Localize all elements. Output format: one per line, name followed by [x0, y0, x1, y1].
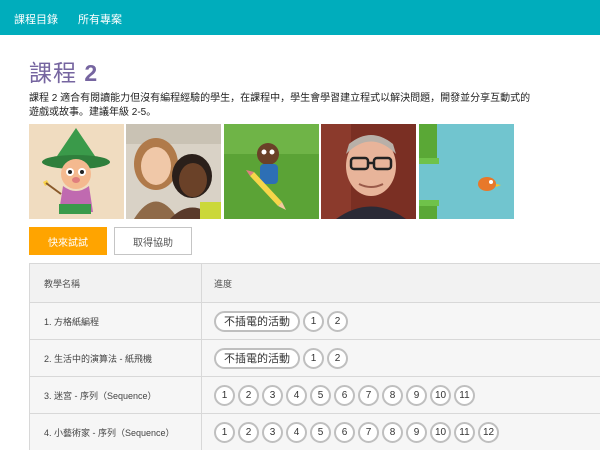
nav-course-catalog[interactable]: 課程目錄 — [14, 11, 58, 27]
level-bubble[interactable]: 1 — [303, 310, 324, 332]
page-title-number: 2 — [84, 60, 99, 86]
level-bubble[interactable]: 12 — [478, 421, 499, 443]
level-bubble[interactable]: 10 — [430, 384, 451, 406]
lesson-name[interactable]: 2. 生活中的演算法 - 紙飛機 — [30, 340, 202, 376]
thumbnail-two-girls-photo — [126, 124, 221, 219]
lesson-name[interactable]: 1. 方格紙編程 — [30, 303, 202, 339]
level-bubble[interactable]: 5 — [310, 421, 331, 443]
level-bubble[interactable]: 2 — [327, 347, 348, 369]
lesson-progress: 1 2 3 4 5 6 7 8 9 10 11 — [202, 377, 600, 413]
level-bubble[interactable]: 11 — [454, 421, 475, 443]
level-bubble[interactable]: 9 — [406, 384, 427, 406]
level-bubble[interactable]: 8 — [382, 384, 403, 406]
level-bubble[interactable]: 2 — [238, 384, 259, 406]
table-row: 3. 迷宮 - 序列（Sequence） 1 2 3 4 5 6 7 8 9 10 11 — [30, 376, 600, 413]
course-description: 課程 2 適合有閱讀能力但沒有編程經驗的學生，在課程中，學生會學習建立程式以解決… — [29, 93, 531, 118]
level-bubble[interactable]: 6 — [334, 384, 355, 406]
level-bubble[interactable]: 6 — [334, 421, 355, 443]
level-bubble[interactable]: 10 — [430, 421, 451, 443]
level-bubble[interactable]: 4 — [286, 421, 307, 443]
level-bubble[interactable]: 1 — [214, 384, 235, 406]
level-bubble[interactable]: 7 — [358, 384, 379, 406]
nav-all-projects[interactable]: 所有專案 — [78, 11, 122, 27]
try-now-button[interactable]: 快來試試 — [29, 227, 107, 255]
level-bubble[interactable]: 2 — [327, 310, 348, 332]
header-lesson-name: 教學名稱 — [30, 264, 202, 302]
level-bubble[interactable]: 9 — [406, 421, 427, 443]
level-bubble[interactable]: 1 — [214, 421, 235, 443]
table-row: 2. 生活中的演算法 - 紙飛機 不插電的活動 1 2 — [30, 339, 600, 376]
lesson-progress: 1 2 3 4 5 6 7 8 9 10 11 12 — [202, 414, 600, 450]
thumbnail-wizard-character — [29, 124, 124, 219]
table-row: 4. 小藝術家 - 序列（Sequence） 1 2 3 4 5 6 7 8 9 10 11 12 — [30, 413, 600, 450]
lesson-name[interactable]: 4. 小藝術家 - 序列（Sequence） — [30, 414, 202, 450]
level-bubble[interactable]: 1 — [303, 347, 324, 369]
table-row: 1. 方格紙編程 不插電的活動 1 2 — [30, 302, 600, 339]
unplugged-activity-bubble[interactable]: 不插電的活動 — [214, 347, 300, 369]
level-bubble[interactable]: 3 — [262, 421, 283, 443]
lesson-progress: 不插電的活動 1 2 — [202, 303, 600, 339]
thumbnail-man-with-glasses-photo — [321, 124, 416, 219]
level-bubble[interactable]: 3 — [262, 384, 283, 406]
get-help-button[interactable]: 取得協助 — [114, 227, 192, 255]
level-bubble[interactable]: 4 — [286, 384, 307, 406]
lesson-name[interactable]: 3. 迷宮 - 序列（Sequence） — [30, 377, 202, 413]
thumbnail-flappy-bird-game — [419, 124, 514, 219]
level-bubble[interactable]: 7 — [358, 421, 379, 443]
level-bubble[interactable]: 5 — [310, 384, 331, 406]
lesson-table: 教學名稱 進度 1. 方格紙編程 不插電的活動 1 2 2. 生活中的演算法 - 紙飛機… — [29, 263, 600, 450]
thumbnail-pencil-character — [224, 124, 319, 219]
page-title-word: 課程 — [29, 60, 77, 86]
top-nav-bar: 課程目錄 所有專案 — [0, 0, 600, 35]
lesson-progress: 不插電的活動 1 2 — [202, 340, 600, 376]
level-bubble[interactable]: 2 — [238, 421, 259, 443]
unplugged-activity-bubble[interactable]: 不插電的活動 — [214, 310, 300, 332]
header-progress: 進度 — [214, 278, 233, 289]
table-header-row: 教學名稱 進度 — [30, 264, 600, 302]
level-bubble[interactable]: 8 — [382, 421, 403, 443]
page-title: 課程 2 — [29, 54, 98, 88]
level-bubble[interactable]: 11 — [454, 384, 475, 406]
